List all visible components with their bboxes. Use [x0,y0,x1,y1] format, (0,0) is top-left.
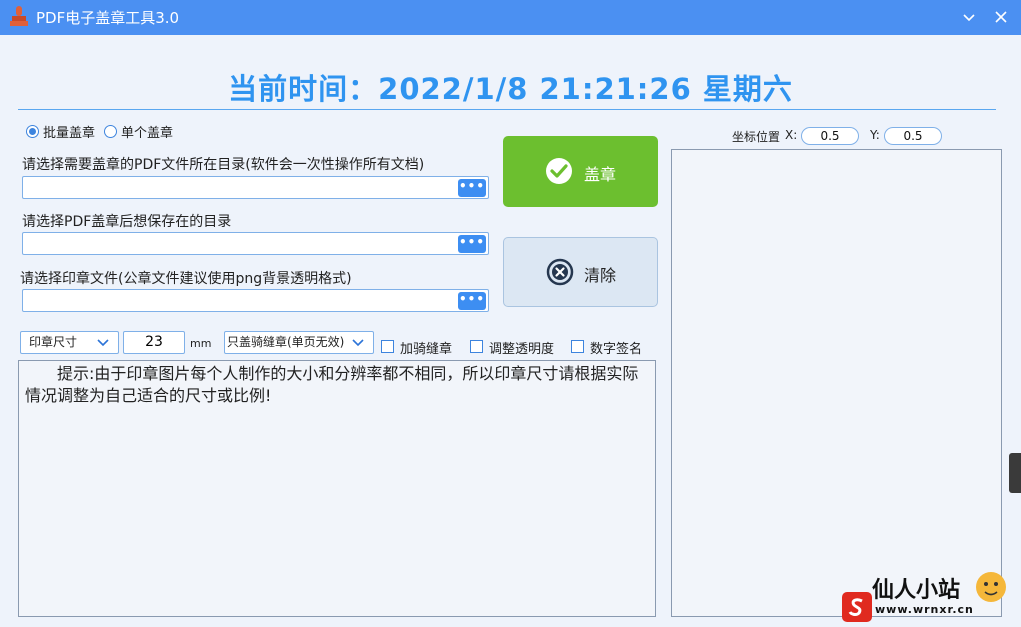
stamp-app-icon [8,5,30,29]
chevron-down-icon [963,14,975,22]
size-unit-label: mm [190,337,212,350]
seam-mode-select-value: 只盖骑缝章(单页无效) [227,335,345,349]
hint-textarea[interactable]: 提示:由于印章图片每个人制作的大小和分辨率都不相同，所以印章尺寸请根据实际情况调… [18,360,656,617]
batch-mode-label: 批量盖章 [43,126,96,141]
size-mode-select[interactable]: 印章尺寸 [20,331,119,354]
opacity-checkbox-label: 调整透明度 [489,342,555,357]
watermark-mascot-icon [972,568,1010,608]
source-dir-browse-button[interactable]: ••• [458,179,486,197]
stamp-file-browse-button[interactable]: ••• [458,292,486,310]
clear-button-label: 清除 [584,266,617,285]
y-coord-label: Y: [870,128,880,142]
stamp-preview-panel[interactable] [671,149,1002,617]
coords-label: 坐标位置 [732,130,781,144]
single-mode-radio[interactable] [104,125,117,138]
side-scroll-handle[interactable] [1009,453,1021,493]
x-coord-input[interactable]: 0.5 [801,127,859,145]
close-icon [995,11,1007,23]
stamp-button[interactable]: 盖章 [503,136,658,207]
header-divider [18,109,996,110]
size-mode-select-value: 印章尺寸 [29,335,78,349]
stamp-file-label: 请选择印章文件(公章文件建议使用png背景透明格式) [20,271,352,287]
chevron-down-icon [97,339,109,347]
output-dir-input[interactable] [22,232,489,255]
stamp-file-input[interactable] [22,289,489,312]
x-coord-label: X: [785,128,798,142]
chevron-down-icon [352,339,364,347]
output-dir-label: 请选择PDF盖章后想保存在的目录 [22,214,232,230]
source-dir-input[interactable] [22,176,489,199]
window-title: PDF电子盖章工具3.0 [36,9,180,27]
seam-mode-select[interactable]: 只盖骑缝章(单页无效) [224,331,374,354]
close-button[interactable] [988,4,1014,30]
current-time-display: 当前时间：2022/1/8 21:21:26 星期六 [228,72,793,106]
y-coord-input[interactable]: 0.5 [884,127,942,145]
check-circle-icon [546,158,572,184]
minimize-button[interactable] [956,4,982,30]
watermark-title: 仙人小站 [872,578,961,603]
opacity-checkbox[interactable] [470,340,483,353]
source-dir-label: 请选择需要盖章的PDF文件所在目录(软件会一次性操作所有文档) [22,157,425,173]
stamp-button-label: 盖章 [584,165,617,184]
single-mode-label: 单个盖章 [121,126,174,141]
clear-button[interactable]: 清除 [503,237,658,307]
signature-checkbox[interactable] [571,340,584,353]
watermark-logo-icon [842,592,872,622]
watermark-url: www.wrnxr.cn [875,603,974,616]
batch-mode-radio[interactable] [26,125,39,138]
stamp-size-input[interactable]: 23 [123,331,185,354]
cancel-circle-icon [546,258,574,286]
signature-checkbox-label: 数字签名 [590,342,643,357]
output-dir-browse-button[interactable]: ••• [458,235,486,253]
seam-checkbox[interactable] [381,340,394,353]
seam-checkbox-label: 加骑缝章 [400,342,453,357]
